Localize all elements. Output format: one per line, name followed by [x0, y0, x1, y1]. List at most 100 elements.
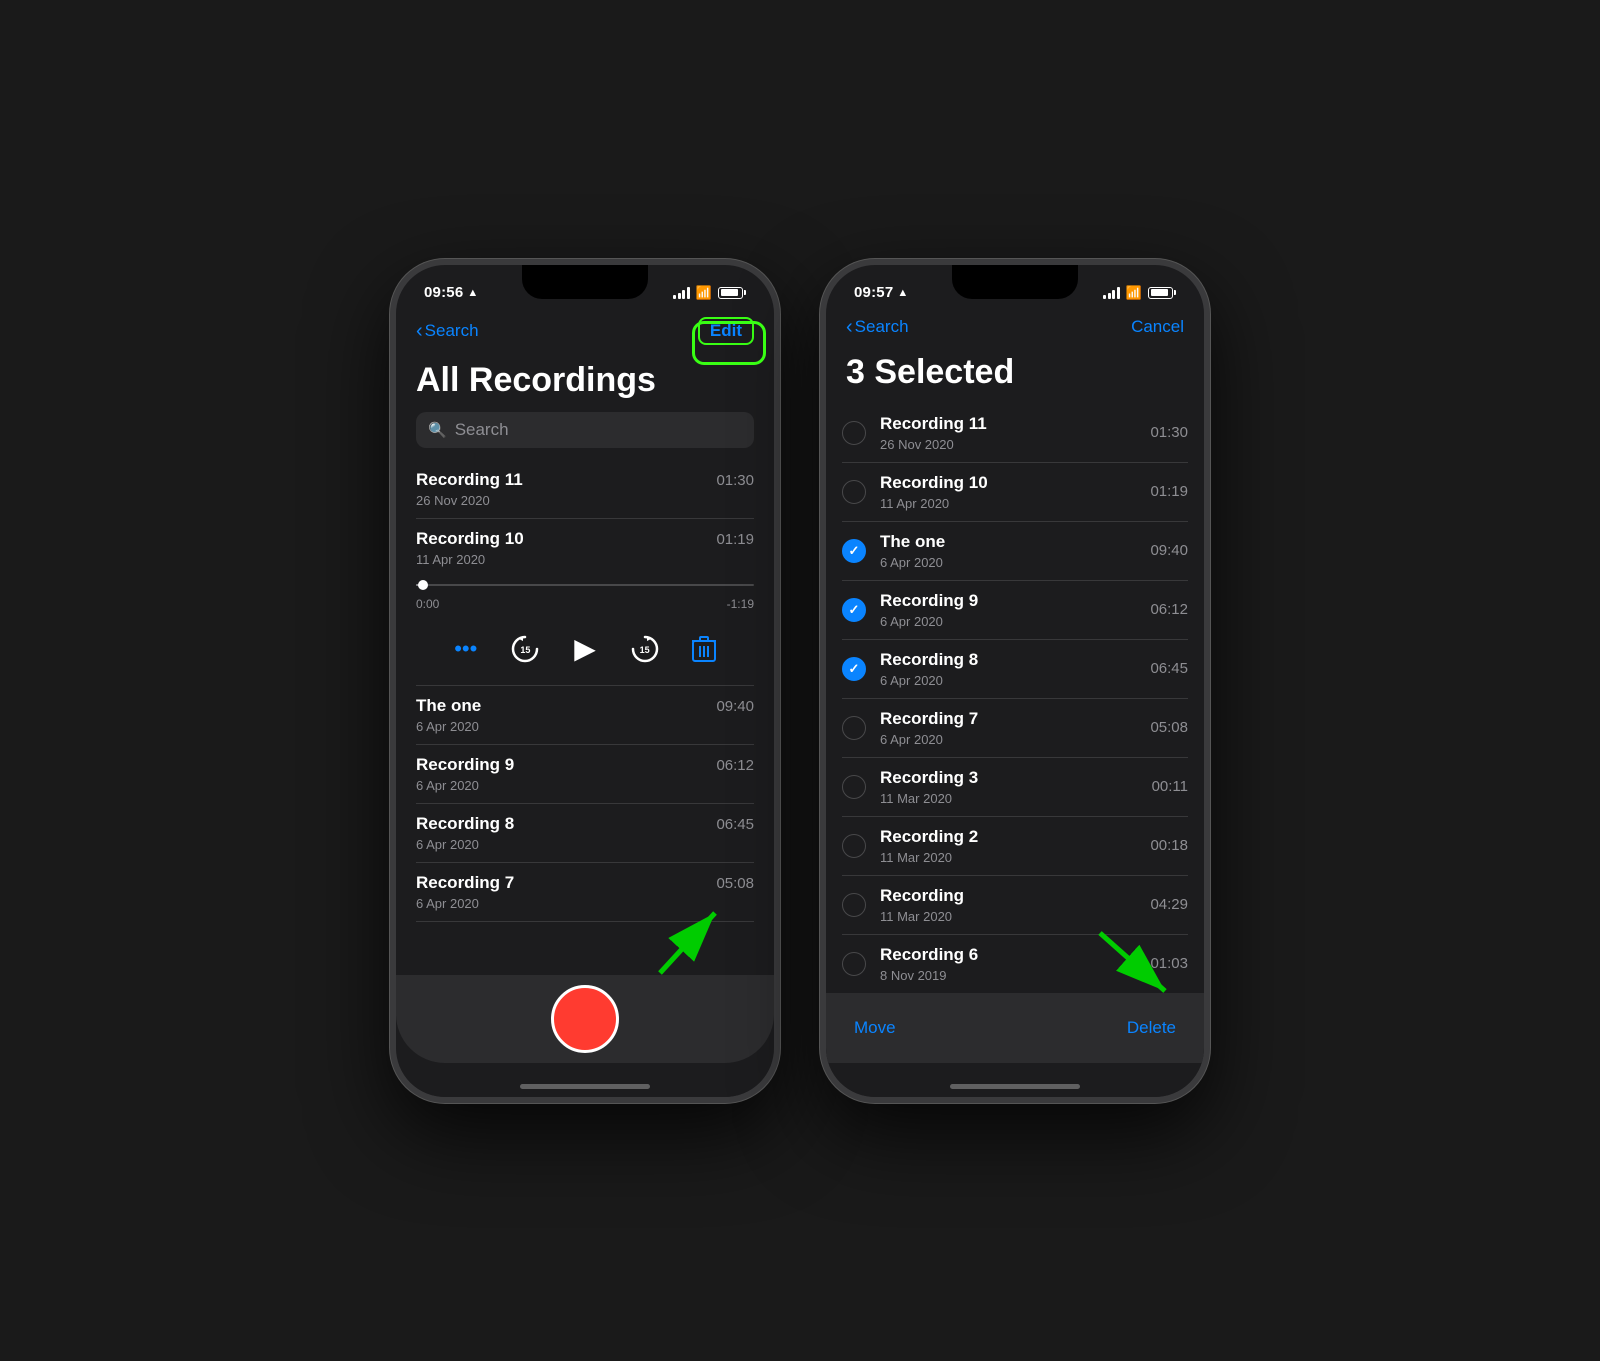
edit-button-1[interactable]: Edit	[698, 317, 754, 345]
sel-duration: 06:45	[1150, 660, 1188, 677]
sel-duration: 06:12	[1150, 601, 1188, 618]
signal-icon-1	[673, 287, 690, 299]
phone-screen-2: 09:57 ▲ 📶 ‹ Search	[826, 265, 1204, 1097]
selection-item[interactable]: The one 6 Apr 2020 09:40	[842, 522, 1188, 581]
nav-bar-1: ‹ Search Edit	[396, 315, 774, 353]
phone-frame-2: 09:57 ▲ 📶 ‹ Search	[820, 259, 1210, 1103]
sel-duration: 01:19	[1150, 483, 1188, 500]
phone-frame-1: 09:56 ▲ 📶 ‹ Search	[390, 259, 780, 1103]
list-item[interactable]: Recording 9 6 Apr 2020 06:12	[416, 745, 754, 804]
record-button-1[interactable]	[551, 985, 619, 1053]
check-circle[interactable]	[842, 952, 866, 976]
sel-duration: 01:03	[1150, 955, 1188, 972]
recording-duration: 01:30	[716, 470, 754, 489]
selection-item[interactable]: Recording 9 6 Apr 2020 06:12	[842, 581, 1188, 640]
trash-icon	[692, 635, 716, 663]
selection-item[interactable]: Recording 11 Mar 2020 04:29	[842, 876, 1188, 935]
sel-date: 11 Apr 2020	[880, 496, 1136, 511]
back-button-2[interactable]: ‹ Search	[846, 317, 909, 337]
search-icon-1: 🔍	[428, 421, 447, 439]
list-item-expanded[interactable]: Recording 10 11 Apr 2020 01:19	[416, 519, 754, 686]
recording-date: 6 Apr 2020	[416, 837, 716, 852]
selection-item[interactable]: Recording 3 11 Mar 2020 00:11	[842, 758, 1188, 817]
list-item[interactable]: Recording 8 6 Apr 2020 06:45	[416, 804, 754, 863]
battery-icon-2	[1148, 287, 1176, 299]
chevron-left-icon-2: ‹	[846, 317, 853, 337]
phone-screen-1: 09:56 ▲ 📶 ‹ Search	[396, 265, 774, 1097]
home-bar-1	[520, 1084, 650, 1089]
recording-duration: 06:12	[716, 755, 754, 774]
notch-2	[952, 265, 1078, 299]
check-circle[interactable]	[842, 480, 866, 504]
status-icons-2: 📶	[1103, 285, 1176, 301]
check-circle[interactable]	[842, 893, 866, 917]
selection-list-2: Recording 11 26 Nov 2020 01:30 Recording…	[826, 404, 1204, 993]
selection-item[interactable]: Recording 6 8 Nov 2019 01:03	[842, 935, 1188, 993]
recording-date: 6 Apr 2020	[416, 778, 716, 793]
time-end: -1:19	[727, 597, 754, 611]
check-circle[interactable]	[842, 421, 866, 445]
check-circle[interactable]	[842, 775, 866, 799]
location-icon-2: ▲	[897, 287, 908, 299]
skip-forward-button[interactable]: 15	[623, 627, 667, 671]
cancel-button-2[interactable]: Cancel	[1131, 317, 1184, 337]
sel-date: 6 Apr 2020	[880, 732, 1136, 747]
sel-name: The one	[880, 532, 1136, 552]
list-item[interactable]: The one 6 Apr 2020 09:40	[416, 686, 754, 745]
play-button[interactable]: ▶	[563, 627, 607, 671]
selection-item[interactable]: Recording 8 6 Apr 2020 06:45	[842, 640, 1188, 699]
more-button[interactable]: •••	[444, 627, 488, 671]
check-circle[interactable]	[842, 834, 866, 858]
back-label-1: Search	[425, 321, 479, 341]
skip-back-button[interactable]: 15	[503, 627, 547, 671]
sel-date: 6 Apr 2020	[880, 614, 1136, 629]
list-item[interactable]: Recording 11 26 Nov 2020 01:30	[416, 460, 754, 519]
recording-duration: 06:45	[716, 814, 754, 833]
location-icon-1: ▲	[467, 287, 478, 299]
recordings-list-1: Recording 11 26 Nov 2020 01:30 Recording…	[396, 460, 774, 975]
selected-title-2: 3 Selected	[826, 345, 1204, 404]
sel-date: 6 Apr 2020	[880, 673, 1136, 688]
recording-date: 6 Apr 2020	[416, 719, 716, 734]
selection-item[interactable]: Recording 11 26 Nov 2020 01:30	[842, 404, 1188, 463]
selection-item[interactable]: Recording 10 11 Apr 2020 01:19	[842, 463, 1188, 522]
phone-2: 09:57 ▲ 📶 ‹ Search	[820, 259, 1210, 1103]
back-button-1[interactable]: ‹ Search	[416, 321, 479, 341]
sel-name: Recording 7	[880, 709, 1136, 729]
selection-item[interactable]: Recording 7 6 Apr 2020 05:08	[842, 699, 1188, 758]
sel-duration: 00:18	[1150, 837, 1188, 854]
record-bar-1	[396, 975, 774, 1063]
recording-duration: 09:40	[716, 696, 754, 715]
sel-duration: 01:30	[1150, 424, 1188, 441]
recording-name: Recording 10	[416, 529, 716, 549]
sel-date: 11 Mar 2020	[880, 850, 1136, 865]
sel-date: 11 Mar 2020	[880, 791, 1138, 806]
recording-duration: 05:08	[716, 873, 754, 892]
move-button-2[interactable]: Move	[854, 1018, 896, 1038]
status-time-2: 09:57	[854, 284, 893, 301]
recording-name: Recording 7	[416, 873, 716, 893]
check-circle[interactable]	[842, 716, 866, 740]
sel-duration: 00:11	[1152, 778, 1188, 795]
sel-name: Recording 6	[880, 945, 1136, 965]
list-item[interactable]: Recording 7 6 Apr 2020 05:08	[416, 863, 754, 922]
playback-section: 0:00 -1:19 •••	[416, 567, 754, 685]
back-label-2: Search	[855, 317, 909, 337]
check-circle-checked[interactable]	[842, 657, 866, 681]
delete-button-2[interactable]: Delete	[1127, 1018, 1176, 1038]
recording-name: Recording 8	[416, 814, 716, 834]
notch-1	[522, 265, 648, 299]
wifi-icon-1: 📶	[696, 285, 712, 301]
sel-name: Recording 3	[880, 768, 1138, 788]
check-circle-checked[interactable]	[842, 598, 866, 622]
sel-name: Recording 11	[880, 414, 1136, 434]
delete-button-1[interactable]	[682, 627, 726, 671]
signal-icon-2	[1103, 287, 1120, 299]
selection-item[interactable]: Recording 2 11 Mar 2020 00:18	[842, 817, 1188, 876]
sel-name: Recording 2	[880, 827, 1136, 847]
sel-duration: 04:29	[1150, 896, 1188, 913]
progress-track[interactable]	[416, 584, 754, 586]
sel-duration: 09:40	[1150, 542, 1188, 559]
check-circle-checked[interactable]	[842, 539, 866, 563]
search-bar-1[interactable]: 🔍 Search	[416, 412, 754, 448]
